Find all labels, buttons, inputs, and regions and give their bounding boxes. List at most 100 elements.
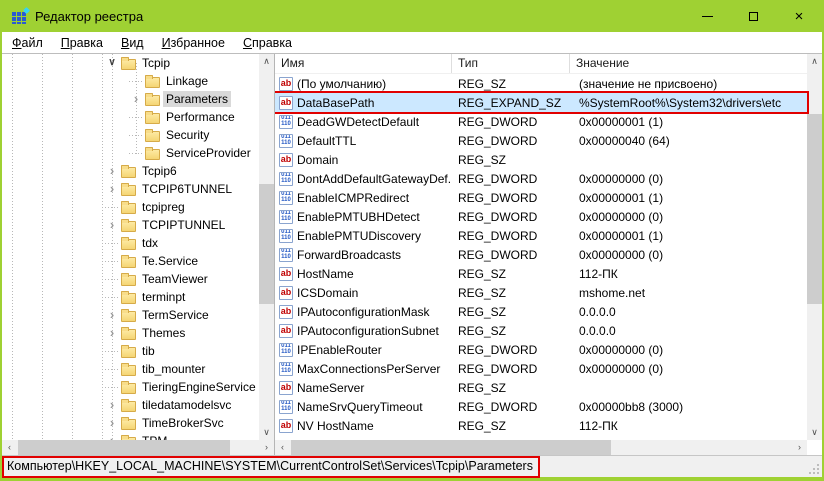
tree-horizontal-scrollbar[interactable]: ‹ › xyxy=(2,440,274,455)
tree-item[interactable]: ›TCPIPTUNNEL xyxy=(2,216,259,234)
tree-item[interactable]: ›TPM xyxy=(2,432,259,440)
chevron-right-icon[interactable]: › xyxy=(129,92,143,106)
scroll-down-icon[interactable]: ∨ xyxy=(259,425,274,440)
tree-connector xyxy=(105,279,119,280)
resize-grip-icon[interactable] xyxy=(817,472,819,474)
chevron-down-icon[interactable]: ∨ xyxy=(105,56,119,70)
value-name: IPAutoconfigurationSubnet xyxy=(297,324,452,338)
registry-value-row[interactable]: 011110NameSrvQueryTimeoutREG_DWORD0x0000… xyxy=(275,397,807,416)
registry-value-row[interactable]: abICSDomainREG_SZmshome.net xyxy=(275,283,807,302)
folder-icon xyxy=(121,347,136,358)
tree-vertical-scrollbar[interactable]: ∧ ∨ xyxy=(259,54,274,440)
minimize-icon xyxy=(702,16,713,17)
value-name: NameSrvQueryTimeout xyxy=(297,400,452,414)
value-type: REG_DWORD xyxy=(452,343,570,357)
scroll-up-icon[interactable]: ∧ xyxy=(807,54,822,69)
tree-item[interactable]: ServiceProvider xyxy=(2,144,259,162)
tree-item[interactable]: TieringEngineService xyxy=(2,378,259,396)
dword-value-icon: 011110 xyxy=(279,400,293,414)
registry-value-row[interactable]: 011110EnableICMPRedirectREG_DWORD0x00000… xyxy=(275,188,807,207)
value-name: ICSDomain xyxy=(297,286,452,300)
registry-value-row[interactable]: 011110DontAddDefaultGatewayDef...REG_DWO… xyxy=(275,169,807,188)
registry-value-row[interactable]: 011110EnablePMTUDiscoveryREG_DWORD0x0000… xyxy=(275,226,807,245)
list-hscroll-thumb[interactable] xyxy=(291,440,611,455)
registry-value-row[interactable]: abNameServerREG_SZ xyxy=(275,378,807,397)
value-type: REG_DWORD xyxy=(452,191,570,205)
maximize-button[interactable] xyxy=(730,0,776,32)
chevron-right-icon[interactable]: › xyxy=(105,308,119,322)
registry-value-row[interactable]: abHostNameREG_SZ112-ПК xyxy=(275,264,807,283)
close-button[interactable]: × xyxy=(776,0,822,32)
scroll-left-icon[interactable]: ‹ xyxy=(275,440,290,455)
chevron-right-icon[interactable]: › xyxy=(105,164,119,178)
scroll-right-icon[interactable]: › xyxy=(259,440,274,455)
tree-item-label: TimeBrokerSvc xyxy=(139,415,227,431)
tree-item[interactable]: › TimeBrokerSvc xyxy=(2,414,259,432)
chevron-right-icon[interactable]: › xyxy=(105,416,119,430)
tree-item[interactable]: ›Tcpip6 xyxy=(2,162,259,180)
column-header-value[interactable]: Значение xyxy=(570,54,807,73)
list-vertical-scrollbar[interactable]: ∧ ∨ xyxy=(807,54,822,440)
registry-value-row[interactable]: 011110IPEnableRouterREG_DWORD0x00000000 … xyxy=(275,340,807,359)
scroll-down-icon[interactable]: ∨ xyxy=(807,425,822,440)
menu-item[interactable]: Правка xyxy=(52,34,112,52)
value-type: REG_SZ xyxy=(452,267,570,281)
registry-value-row[interactable]: abNV HostNameREG_SZ112-ПК xyxy=(275,416,807,435)
tree-item-label: tib xyxy=(139,343,158,359)
tree-item[interactable]: ›TCPIP6TUNNEL xyxy=(2,180,259,198)
tree-vscroll-thumb[interactable] xyxy=(259,184,274,304)
registry-value-row[interactable]: 011110MaxConnectionsPerServerREG_DWORD0x… xyxy=(275,359,807,378)
value-data: 0x00000000 (0) xyxy=(570,362,807,376)
registry-value-row[interactable]: abIPAutoconfigurationMaskREG_SZ0.0.0.0 xyxy=(275,302,807,321)
tree-hscroll-thumb[interactable] xyxy=(18,440,230,455)
tree-item[interactable]: tcpipreg xyxy=(2,198,259,216)
menu-item[interactable]: Справка xyxy=(234,34,301,52)
folder-icon xyxy=(121,59,136,70)
tree-item-label: terminpt xyxy=(139,289,188,305)
tree-item[interactable]: Security xyxy=(2,126,259,144)
tree-item[interactable]: tib_mounter xyxy=(2,360,259,378)
column-header-type[interactable]: Тип xyxy=(452,54,570,73)
registry-value-row[interactable]: 011110ForwardBroadcastsREG_DWORD0x000000… xyxy=(275,245,807,264)
menu-item[interactable]: Вид xyxy=(112,34,153,52)
registry-value-row[interactable]: ab(По умолчанию)REG_SZ(значение не присв… xyxy=(275,74,807,93)
tree-item[interactable]: Linkage xyxy=(2,72,259,90)
chevron-right-icon[interactable]: › xyxy=(105,182,119,196)
dword-value-icon: 011110 xyxy=(279,362,293,376)
value-name: EnablePMTUBHDetect xyxy=(297,210,452,224)
registry-value-row[interactable]: 011110DeadGWDetectDefaultREG_DWORD0x0000… xyxy=(275,112,807,131)
tree-item[interactable]: ›Themes xyxy=(2,324,259,342)
registry-value-row[interactable]: 011110DefaultTTLREG_DWORD0x00000040 (64) xyxy=(275,131,807,150)
list-vscroll-thumb[interactable] xyxy=(807,114,822,304)
scroll-left-icon[interactable]: ‹ xyxy=(2,440,17,455)
tree-item[interactable]: Te.Service xyxy=(2,252,259,270)
dword-value-icon: 011110 xyxy=(279,343,293,357)
tree-item[interactable]: ›Parameters xyxy=(2,90,259,108)
dword-value-icon: 011110 xyxy=(279,248,293,262)
value-type: REG_DWORD xyxy=(452,134,570,148)
registry-value-row[interactable]: abDomainREG_SZ xyxy=(275,150,807,169)
minimize-button[interactable] xyxy=(684,0,730,32)
tree-item[interactable]: terminpt xyxy=(2,288,259,306)
menu-item[interactable]: Файл xyxy=(3,34,52,52)
list-horizontal-scrollbar[interactable]: ‹ › xyxy=(275,440,807,455)
tree-item[interactable]: tdx xyxy=(2,234,259,252)
scroll-up-icon[interactable]: ∧ xyxy=(259,54,274,69)
tree-item[interactable]: ∨Tcpip xyxy=(2,54,259,72)
chevron-right-icon[interactable]: › xyxy=(105,326,119,340)
chevron-right-icon[interactable]: › xyxy=(105,218,119,232)
column-header-name[interactable]: Имя xyxy=(275,54,452,73)
tree-item[interactable]: ›TermService xyxy=(2,306,259,324)
folder-icon xyxy=(121,185,136,196)
tree-item[interactable]: Performance xyxy=(2,108,259,126)
registry-value-row[interactable]: abIPAutoconfigurationSubnetREG_SZ0.0.0.0 xyxy=(275,321,807,340)
menu-item[interactable]: Избранное xyxy=(153,34,234,52)
tree-item[interactable]: tib xyxy=(2,342,259,360)
registry-value-row[interactable]: abDataBasePathREG_EXPAND_SZ%SystemRoot%\… xyxy=(275,93,807,112)
tree-item[interactable]: ›tiledatamodelsvc xyxy=(2,396,259,414)
value-data: 0x00000040 (64) xyxy=(570,134,807,148)
chevron-right-icon[interactable]: › xyxy=(105,398,119,412)
registry-value-row[interactable]: 011110EnablePMTUBHDetectREG_DWORD0x00000… xyxy=(275,207,807,226)
tree-item[interactable]: TeamViewer xyxy=(2,270,259,288)
scroll-right-icon[interactable]: › xyxy=(792,440,807,455)
